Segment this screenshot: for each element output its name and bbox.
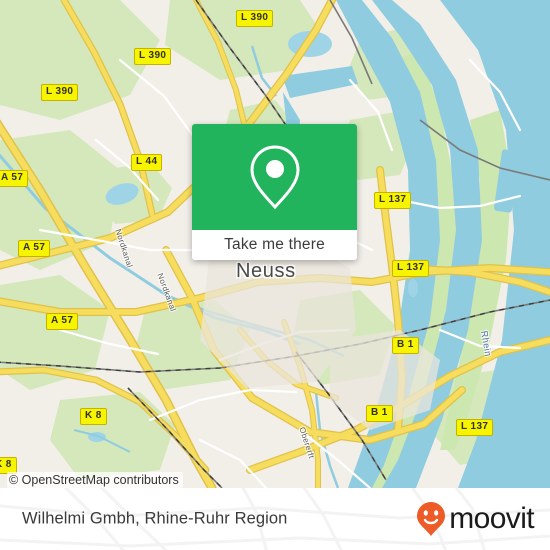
footer-bar: Wilhelmi Gmbh, Rhine-Ruhr Region moovit bbox=[0, 488, 550, 550]
location-title: Wilhelmi Gmbh, Rhine-Ruhr Region bbox=[22, 509, 288, 528]
map-screenshot: L 390 L 390 L 390 L 44 A 57 A 57 A 57 L … bbox=[0, 0, 550, 550]
road-shield-l390-mid[interactable]: L 390 bbox=[134, 48, 172, 65]
map-canvas[interactable]: L 390 L 390 L 390 L 44 A 57 A 57 A 57 L … bbox=[0, 0, 550, 488]
osm-attribution[interactable]: © OpenStreetMap contributors bbox=[7, 472, 183, 488]
road-shield-k8-mid[interactable]: K 8 bbox=[80, 408, 107, 425]
road-shield-a57-mid[interactable]: A 57 bbox=[18, 240, 51, 257]
road-shield-l44[interactable]: L 44 bbox=[131, 154, 163, 171]
location-callout-card[interactable]: Take me there bbox=[192, 124, 357, 260]
map-pin-icon bbox=[249, 145, 300, 210]
road-shield-a57-low[interactable]: A 57 bbox=[46, 313, 79, 330]
road-shield-b1-mid[interactable]: B 1 bbox=[392, 337, 419, 354]
road-shield-l390-top[interactable]: L 390 bbox=[236, 10, 274, 27]
road-shield-a57-edge[interactable]: A 57 bbox=[0, 170, 29, 187]
moovit-wordmark: moovit bbox=[449, 502, 534, 535]
road-shield-l390-left[interactable]: L 390 bbox=[41, 84, 79, 101]
moovit-smiley-pin-icon bbox=[417, 502, 446, 536]
callout-pin-area bbox=[192, 124, 357, 230]
road-shield-l137-mid[interactable]: L 137 bbox=[392, 260, 430, 277]
road-shield-l137-top[interactable]: L 137 bbox=[374, 192, 412, 209]
take-me-there-button[interactable]: Take me there bbox=[192, 230, 357, 260]
moovit-brand[interactable]: moovit bbox=[416, 501, 535, 537]
road-shield-l137-bottom[interactable]: L 137 bbox=[456, 419, 494, 436]
road-shield-b1-bottom[interactable]: B 1 bbox=[366, 405, 393, 422]
